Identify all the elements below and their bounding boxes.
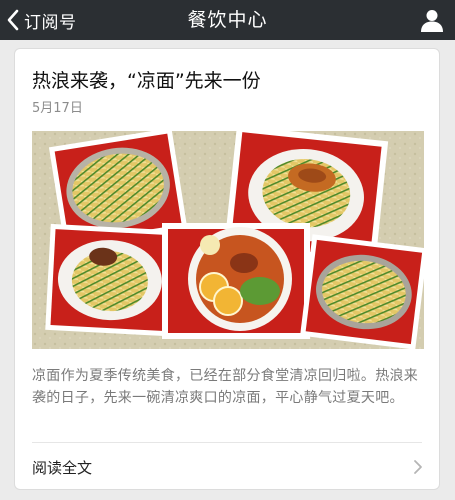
cold-noodles-collage (32, 131, 424, 349)
chevron-left-icon (7, 9, 19, 31)
read-more-link[interactable]: 阅读全文 (15, 443, 439, 489)
navigation-bar: 订阅号 餐饮中心 (0, 0, 455, 40)
article-summary: 凉面作为夏季传统美食，已经在部分食堂清凉回归啦。热浪来袭的日子，先来一碗清凉爽口… (32, 368, 419, 406)
cover-image[interactable] (32, 131, 424, 349)
article-card[interactable]: 热浪来袭，“凉面”先来一份 5月17日 凉面作为夏季传统美食，已经在部分食堂清凉… (14, 48, 440, 490)
profile-button[interactable] (419, 7, 445, 33)
person-icon (421, 10, 443, 32)
article-date: 5月17日 (32, 101, 83, 116)
chevron-right-icon (414, 460, 422, 474)
article-title[interactable]: 热浪来袭，“凉面”先来一份 (32, 66, 261, 93)
back-label: 订阅号 (24, 12, 77, 33)
back-button[interactable]: 订阅号 (6, 0, 77, 40)
read-more-label: 阅读全文 (32, 459, 93, 477)
